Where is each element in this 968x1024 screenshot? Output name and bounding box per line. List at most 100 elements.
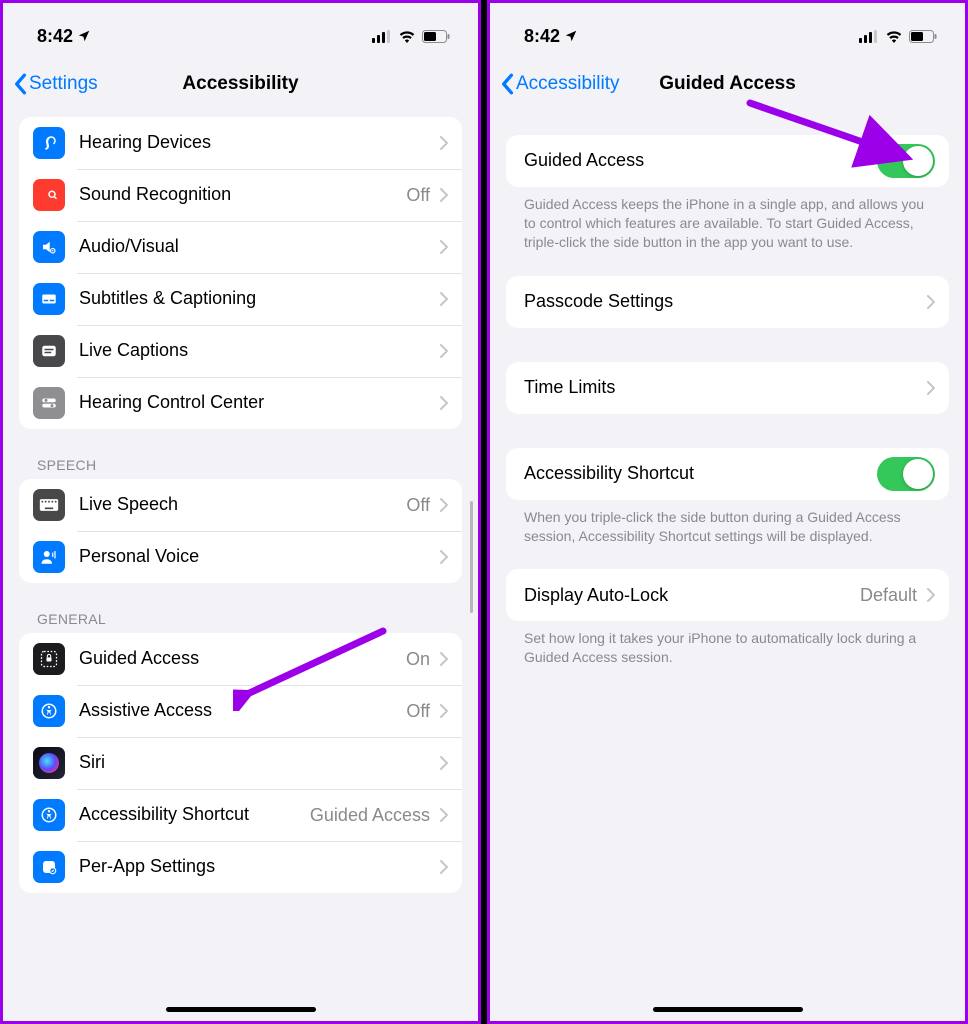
sound-search-icon [33,179,65,211]
assistive-access-icon [33,695,65,727]
cellular-icon [859,30,879,43]
siri-icon [33,747,65,779]
group-speech: Live Speech Off Personal Voice [19,479,462,583]
row-label: Accessibility Shortcut [79,804,310,826]
captions-icon [33,283,65,315]
ear-icon [33,127,65,159]
row-label: Hearing Devices [79,132,440,154]
row-passcode-settings[interactable]: Passcode Settings [506,276,949,328]
chevron-right-icon [440,396,448,410]
row-label: Audio/Visual [79,236,440,258]
row-assistive-access[interactable]: Assistive Access Off [19,685,462,737]
content-area: Guided Access Guided Access keeps the iP… [490,135,965,697]
cellular-icon [372,30,392,43]
group-shortcut: Accessibility Shortcut [506,448,949,500]
row-per-app-settings[interactable]: Per-App Settings [19,841,462,893]
section-header-general: General [37,611,462,627]
row-label: Sound Recognition [79,184,406,206]
location-icon [77,29,91,43]
status-time: 8:42 [37,26,73,47]
row-hearing-devices[interactable]: Hearing Devices [19,117,462,169]
nav-bar: Settings Accessibility [3,57,478,111]
chevron-right-icon [440,188,448,202]
back-button[interactable]: Settings [13,73,98,95]
row-time-limits[interactable]: Time Limits [506,362,949,414]
chevron-right-icon [927,381,935,395]
group-hearing: Hearing Devices Sound Recognition Off Au… [19,117,462,429]
row-label: Time Limits [524,377,927,399]
chevron-right-icon [440,652,448,666]
row-detail: Default [860,585,917,606]
footer-autolock: Set how long it takes your iPhone to aut… [524,629,931,667]
chevron-right-icon [440,550,448,564]
control-center-icon [33,387,65,419]
row-guided-access-toggle[interactable]: Guided Access [506,135,949,187]
row-accessibility-shortcut-toggle[interactable]: Accessibility Shortcut [506,448,949,500]
phone-right: 8:42 Accessibility Guided Access [487,0,968,1024]
row-live-captions[interactable]: Live Captions [19,325,462,377]
chevron-right-icon [927,588,935,602]
wifi-icon [885,30,903,43]
status-bar: 8:42 [3,3,478,57]
row-label: Siri [79,752,440,774]
guided-access-icon [33,643,65,675]
row-detail: Off [406,185,430,206]
row-guided-access[interactable]: Guided Access On [19,633,462,685]
group-general: Guided Access On Assistive Access Off Si… [19,633,462,893]
toggle-switch[interactable] [877,457,935,491]
status-bar: 8:42 [490,3,965,57]
home-indicator [166,1007,316,1012]
nav-bar: Accessibility Guided Access [490,57,965,111]
row-subtitles[interactable]: Subtitles & Captioning [19,273,462,325]
group-toggle: Guided Access [506,135,949,187]
row-label: Per-App Settings [79,856,440,878]
group-timelimits: Time Limits [506,362,949,414]
row-personal-voice[interactable]: Personal Voice [19,531,462,583]
footer-shortcut: When you triple-click the side button du… [524,508,931,546]
accessibility-shortcut-icon [33,799,65,831]
row-label: Guided Access [79,648,406,670]
footer-guided-access: Guided Access keeps the iPhone in a sing… [524,195,931,252]
phone-left: 8:42 Settings Accessibility [0,0,481,1024]
row-detail: Off [406,701,430,722]
battery-icon [909,30,937,43]
back-button[interactable]: Accessibility [500,73,619,95]
status-time: 8:42 [524,26,560,47]
row-label: Assistive Access [79,700,406,722]
row-label: Display Auto-Lock [524,585,860,607]
person-voice-icon [33,541,65,573]
row-label: Passcode Settings [524,291,927,313]
chevron-right-icon [440,860,448,874]
chevron-right-icon [440,136,448,150]
row-detail: On [406,649,430,670]
row-label: Live Captions [79,340,440,362]
chevron-right-icon [440,292,448,306]
speaker-eye-icon [33,231,65,263]
row-label: Guided Access [524,150,877,172]
row-accessibility-shortcut[interactable]: Accessibility Shortcut Guided Access [19,789,462,841]
row-label: Personal Voice [79,546,440,568]
row-display-autolock[interactable]: Display Auto-Lock Default [506,569,949,621]
row-live-speech[interactable]: Live Speech Off [19,479,462,531]
chevron-right-icon [440,756,448,770]
content-area: Hearing Devices Sound Recognition Off Au… [3,117,478,923]
section-header-speech: Speech [37,457,462,473]
row-hearing-cc[interactable]: Hearing Control Center [19,377,462,429]
row-audio-visual[interactable]: Audio/Visual [19,221,462,273]
back-label: Settings [29,73,98,95]
row-siri[interactable]: Siri [19,737,462,789]
battery-icon [422,30,450,43]
home-indicator [653,1007,803,1012]
live-captions-icon [33,335,65,367]
row-label: Hearing Control Center [79,392,440,414]
keyboard-icon [33,489,65,521]
row-detail: Guided Access [310,805,430,826]
chevron-right-icon [440,808,448,822]
wifi-icon [398,30,416,43]
toggle-switch[interactable] [877,144,935,178]
row-sound-recognition[interactable]: Sound Recognition Off [19,169,462,221]
per-app-icon [33,851,65,883]
scroll-indicator[interactable] [470,501,473,613]
group-autolock: Display Auto-Lock Default [506,569,949,621]
row-label: Live Speech [79,494,406,516]
